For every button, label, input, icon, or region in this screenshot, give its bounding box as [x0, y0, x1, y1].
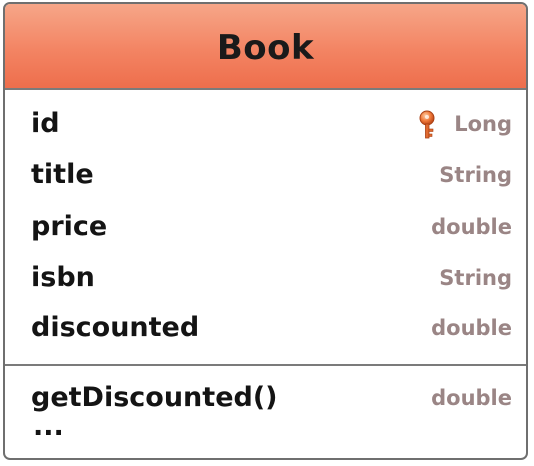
attribute-name: price [31, 211, 108, 242]
attribute-type: String [439, 163, 512, 187]
more-operations-ellipsis: ... [33, 411, 64, 442]
class-header: Book [5, 4, 526, 90]
operations-compartment: getDiscounted() double ... [5, 366, 526, 458]
attribute-name: title [31, 159, 94, 190]
operation-row-getDiscounted[interactable]: getDiscounted() double [5, 378, 526, 418]
attribute-type: double [431, 215, 512, 239]
attributes-compartment: id Long title String price double isbn S… [5, 90, 526, 366]
attribute-row-discounted[interactable]: discounted double [5, 308, 526, 348]
attribute-row-id[interactable]: id Long [5, 104, 526, 144]
operation-return-type: double [431, 386, 512, 410]
key-icon [419, 110, 435, 139]
attribute-row-price[interactable]: price double [5, 207, 526, 247]
attribute-type: Long [454, 112, 512, 136]
attribute-name: id [31, 108, 60, 139]
attribute-row-title[interactable]: title String [5, 155, 526, 195]
attribute-name: discounted [31, 312, 200, 343]
class-name: Book [216, 28, 315, 68]
attribute-type: double [431, 316, 512, 340]
attribute-row-isbn[interactable]: isbn String [5, 258, 526, 298]
operation-name: getDiscounted() [31, 382, 278, 413]
attribute-name: isbn [31, 262, 95, 293]
uml-class-box[interactable]: Book id Long title String price double i… [3, 2, 528, 460]
attribute-type: String [439, 266, 512, 290]
